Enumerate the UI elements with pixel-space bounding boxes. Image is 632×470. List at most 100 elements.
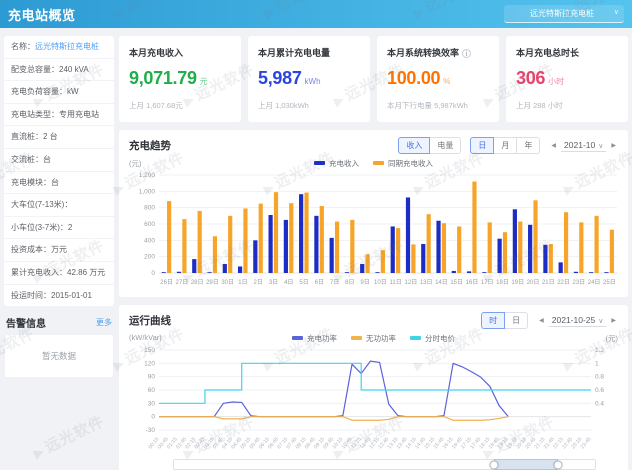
y-tick-label: 600	[144, 221, 155, 228]
bar-income	[223, 264, 227, 273]
curve-svg: 1501209060300-301.210.80.60.400:1500:450…	[129, 344, 618, 458]
series-line	[159, 361, 508, 417]
trend-period-toggle: 日 月 年	[470, 137, 540, 154]
y-tick-left: 30	[148, 400, 156, 407]
x-tick-label: 10日	[374, 279, 387, 286]
chevron-down-icon: ∨	[614, 8, 619, 16]
station-info-card: 名称：远光特斯拉充电桩 配变总容量：240 kVA 充电负荷容量：kW 充电站类…	[4, 36, 114, 306]
curve-date-picker[interactable]: 2021-10-25∨	[549, 315, 607, 327]
datazoom-selection[interactable]	[494, 459, 557, 470]
x-tick-label: 5日	[299, 279, 308, 286]
x-tick-label: 18日	[496, 279, 509, 286]
y-tick-label: 400	[144, 237, 155, 244]
curve-y-unit-right: (元)	[606, 333, 619, 344]
trend-title: 充电趋势	[129, 138, 171, 153]
bar-income	[360, 264, 364, 273]
bar-income	[162, 272, 166, 273]
toggle-hour[interactable]: 时	[481, 312, 505, 329]
trend-metric-toggle: 收入 电量	[398, 137, 461, 154]
bar-prev-income	[304, 193, 308, 273]
legend-income[interactable]: 充电收入	[314, 158, 359, 169]
x-tick-label: 27日	[176, 279, 189, 286]
next-arrow-icon[interactable]: ▶	[609, 315, 618, 326]
bar-income	[284, 220, 288, 273]
toggle-day[interactable]: 日	[470, 137, 494, 154]
bar-income	[299, 194, 303, 273]
x-tick-label: 9日	[360, 279, 369, 286]
curve-line-chart: 1501209060300-301.210.80.60.400:1500:450…	[129, 344, 618, 458]
toggle-year[interactable]: 年	[516, 137, 540, 154]
station-selector[interactable]: 远光特斯拉充电桩 ∨	[504, 5, 624, 23]
bar-income	[207, 272, 211, 273]
legend-prev-income[interactable]: 同期充电收入	[373, 158, 433, 169]
x-tick-label: 7日	[330, 279, 339, 286]
y-tick-right: 1.2	[595, 347, 604, 354]
bar-prev-income	[198, 211, 202, 273]
prev-arrow-icon[interactable]: ◀	[537, 315, 546, 326]
bar-income	[269, 215, 273, 273]
info-row-load-capacity: 充电负荷容量：kW	[4, 81, 114, 104]
y-tick-right: 0.8	[595, 374, 604, 381]
x-tick-label: 25日	[603, 279, 616, 286]
bar-income	[253, 240, 257, 273]
bar-income	[177, 272, 181, 273]
bar-prev-income	[518, 222, 522, 273]
datazoom-handle-left[interactable]	[490, 460, 499, 469]
curve-period-toggle: 时 日	[481, 312, 528, 329]
bar-income	[604, 272, 608, 273]
bar-prev-income	[533, 200, 537, 273]
bar-prev-income	[243, 208, 247, 273]
x-tick-label: 3日	[269, 279, 278, 286]
kpi-card-efficiency: 本月系统转换效率i 100.00% 本月下行电量 5,987kWh	[377, 36, 499, 122]
toggle-month[interactable]: 月	[493, 137, 517, 154]
y-tick-label: 200	[144, 254, 155, 261]
x-tick-label: 2日	[254, 279, 263, 286]
bar-prev-income	[350, 220, 354, 273]
legend-charge-power[interactable]: 充电功率	[292, 333, 337, 344]
x-tick-label: 29日	[206, 279, 219, 286]
kpi-card-income: 本月充电收入 9,071.79元 上月 1,607.68元	[119, 36, 241, 122]
trend-date-picker[interactable]: 2021-10∨	[561, 140, 606, 152]
bar-income	[375, 272, 379, 273]
x-tick-label: 17日	[481, 279, 494, 286]
trend-y-unit: (元)	[129, 158, 142, 169]
x-tick-label: 30日	[221, 279, 234, 286]
trend-bar-chart: 02004006008001,0001,20026日27日28日29日30日1日…	[129, 169, 618, 293]
y-tick-left: 90	[148, 374, 156, 381]
toggle-income[interactable]: 收入	[398, 137, 430, 154]
bar-prev-income	[366, 254, 370, 273]
app-header: 充电站概览 远光特斯拉充电桩 ∨	[0, 0, 632, 28]
x-tick-label: 28日	[191, 279, 204, 286]
info-icon[interactable]: i	[462, 49, 471, 58]
bar-income	[467, 271, 471, 273]
prev-arrow-icon[interactable]: ◀	[549, 140, 558, 151]
y-tick-left: 120	[144, 360, 155, 367]
bar-income	[406, 197, 410, 273]
y-tick-right: 0.4	[595, 400, 604, 407]
x-tick-label: 26日	[160, 279, 173, 286]
y-tick-label: 1,200	[139, 172, 156, 179]
bar-prev-income	[396, 228, 400, 273]
alarm-more-link[interactable]: 更多	[96, 317, 112, 328]
bar-income	[513, 209, 517, 273]
x-tick-label: 12日	[405, 279, 418, 286]
bar-prev-income	[320, 206, 324, 273]
bar-prev-income	[259, 204, 263, 273]
legend-reactive-power[interactable]: 无功功率	[351, 333, 396, 344]
legend-tou-price[interactable]: 分时电价	[410, 333, 455, 344]
bar-prev-income	[564, 212, 568, 273]
page-content: 名称：远光特斯拉充电桩 配变总容量：240 kVA 充电负荷容量：kW 充电站类…	[0, 28, 632, 470]
y-tick-right: 1	[595, 360, 599, 367]
toggle-energy[interactable]: 电量	[429, 137, 461, 154]
station-name-link[interactable]: 远光特斯拉充电桩	[35, 42, 99, 51]
next-arrow-icon[interactable]: ▶	[609, 140, 618, 151]
y-tick-label: 1,000	[139, 188, 156, 195]
datazoom-handle-right[interactable]	[553, 460, 562, 469]
y-tick-left: 60	[148, 387, 156, 394]
bar-income	[314, 216, 318, 273]
toggle-day[interactable]: 日	[504, 312, 528, 329]
bar-prev-income	[335, 222, 339, 273]
bar-prev-income	[488, 222, 492, 273]
bar-prev-income	[472, 182, 476, 273]
series-line	[159, 417, 508, 421]
